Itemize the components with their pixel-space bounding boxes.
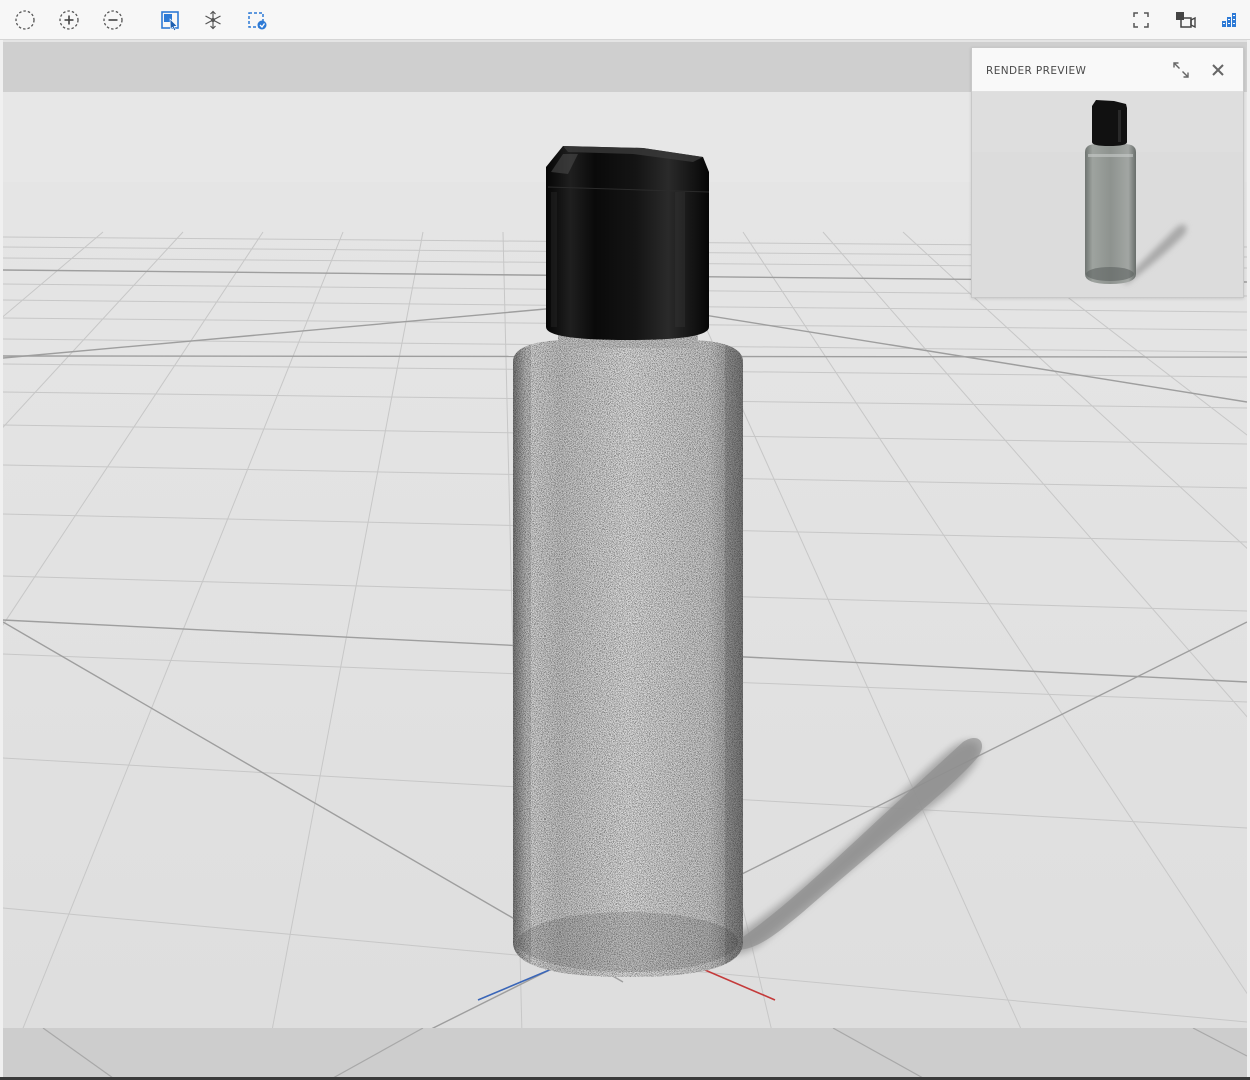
- preview-bottle-body: [1085, 144, 1136, 284]
- camera-view-icon[interactable]: [1172, 7, 1198, 33]
- toolbar: [0, 0, 1250, 40]
- select-object-icon[interactable]: [157, 7, 183, 33]
- preview-bottle-cap: [1092, 100, 1127, 146]
- render-preview-title: RENDER PREVIEW: [986, 65, 1087, 77]
- render-preview-image: [972, 92, 1243, 297]
- bottom-grid: [42, 1028, 1247, 1078]
- fullscreen-icon[interactable]: [1128, 7, 1154, 33]
- zoom-out-icon[interactable]: [100, 7, 126, 33]
- bottle-cap: [546, 146, 710, 340]
- bottle-body: [513, 330, 743, 977]
- select-circle-icon[interactable]: [12, 7, 38, 33]
- frame-select-icon[interactable]: [244, 7, 270, 33]
- expand-icon[interactable]: [1170, 59, 1192, 81]
- app-window: RENDER PREVIEW: [0, 0, 1250, 1080]
- orbit-icon[interactable]: [200, 7, 226, 33]
- zoom-in-icon[interactable]: [56, 7, 82, 33]
- close-icon[interactable]: [1207, 59, 1229, 81]
- render-quality-icon[interactable]: [1216, 7, 1242, 33]
- render-preview-header: RENDER PREVIEW: [972, 48, 1243, 92]
- render-preview-panel: RENDER PREVIEW: [971, 47, 1244, 298]
